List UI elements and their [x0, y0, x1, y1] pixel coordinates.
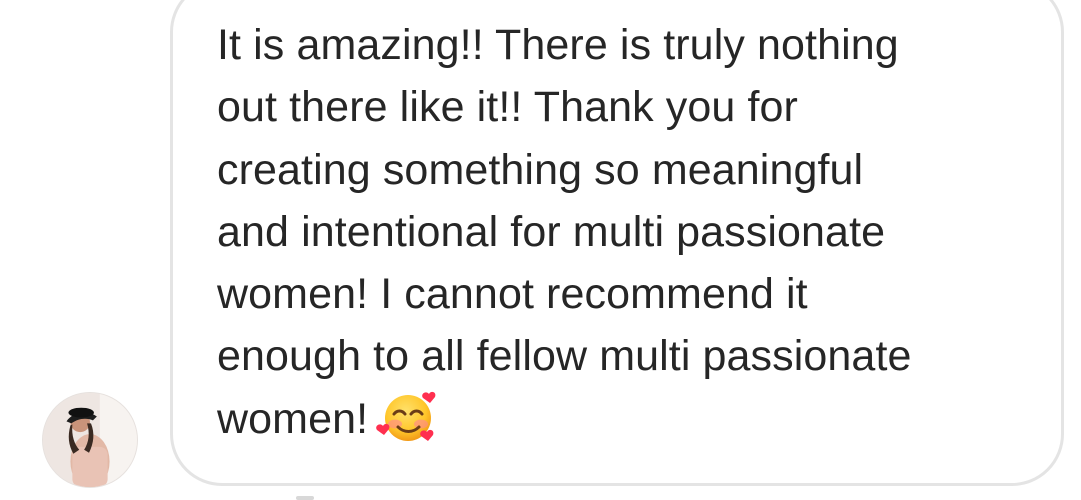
message-line: enough to all fellow multi passionate [217, 332, 912, 381]
received-message-row: It is amazing!! There is truly nothing o… [0, 0, 1081, 500]
message-line: out there like it!! Thank you for [217, 83, 798, 132]
sender-avatar[interactable] [42, 392, 138, 488]
smiling-face-with-hearts-icon [376, 389, 442, 445]
message-line: creating something so meaningful [217, 145, 864, 194]
message-line: women! [217, 394, 369, 443]
message-line: and intentional for multi passionate [217, 207, 886, 256]
chat-screen: It is amazing!! There is truly nothing o… [0, 0, 1081, 500]
message-divider [296, 496, 314, 500]
message-line: women! I cannot recommend it [217, 270, 808, 319]
message-line: It is amazing!! There is truly nothing [217, 21, 899, 69]
message-text: It is amazing!! There is truly nothing o… [217, 14, 1037, 450]
avatar-icon [43, 393, 137, 487]
